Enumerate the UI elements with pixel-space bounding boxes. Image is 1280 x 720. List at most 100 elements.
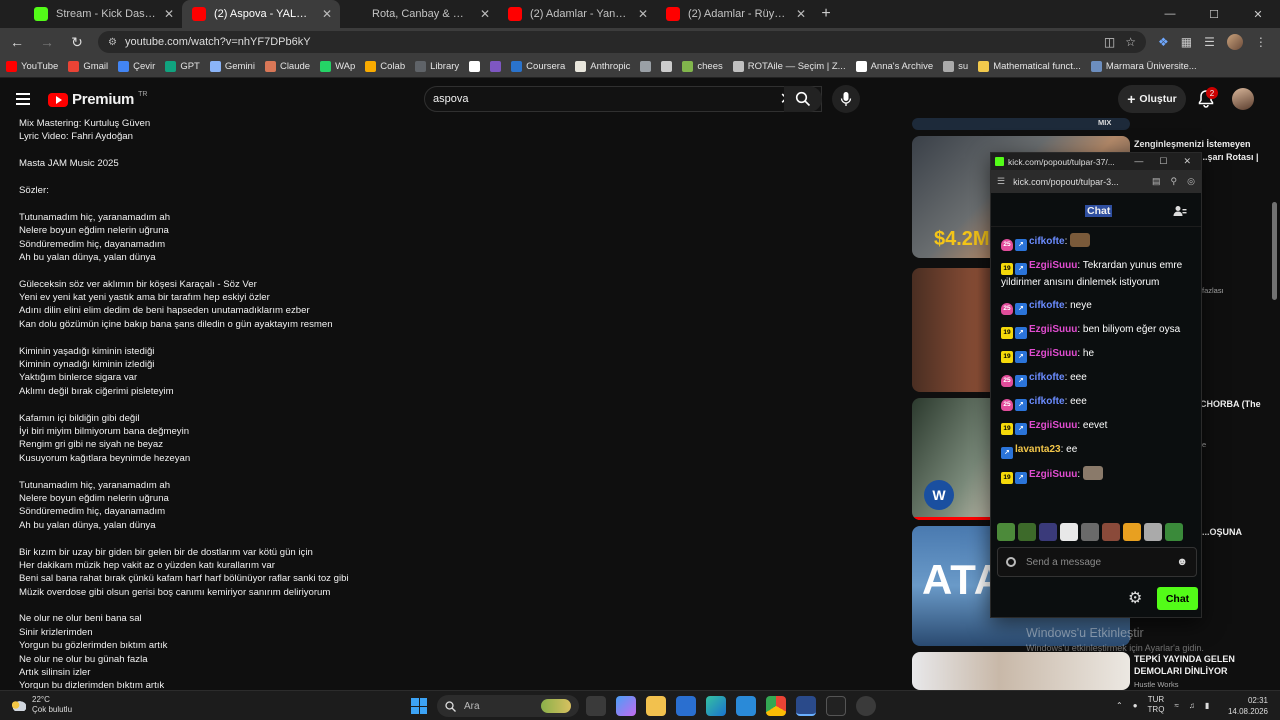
chat-username[interactable]: cifkofte — [1029, 236, 1065, 247]
bookmark-item[interactable] — [661, 61, 673, 72]
chat-settings-gear-icon[interactable]: ⚙ — [1128, 588, 1142, 608]
site-info-icon[interactable]: ⚙ — [108, 37, 117, 48]
battery-icon[interactable]: ▮ — [1205, 701, 1209, 710]
bookmark-item[interactable]: Marmara Üniversite... — [1090, 61, 1197, 72]
send-message-input[interactable]: Send a message ☻ — [997, 547, 1197, 577]
reload-icon[interactable]: ↻ — [68, 33, 86, 51]
bookmark-item[interactable]: Mathematical funct... — [978, 61, 1081, 72]
voice-search-button[interactable] — [832, 85, 860, 113]
bookmark-item[interactable]: ROTAile — Seçim | Z... — [732, 61, 846, 72]
bookmark-item[interactable]: Library — [415, 61, 459, 72]
extensions-puzzle-icon[interactable]: ▦ — [1181, 35, 1192, 49]
emoji-picker-icon[interactable]: ☻ — [1176, 556, 1188, 568]
account-avatar[interactable] — [1232, 88, 1254, 110]
popout-close-icon[interactable]: ✕ — [1183, 156, 1191, 167]
video-title[interactable]: TEPKİ YAYINDA GELEN — [1134, 653, 1235, 665]
taskbar-search[interactable]: Ara — [437, 695, 579, 717]
new-tab-button[interactable]: + — [814, 0, 838, 28]
emote-icon[interactable] — [1144, 523, 1162, 541]
maximize-icon[interactable]: ☐ — [1192, 0, 1236, 28]
browser-tab[interactable]: Stream - Kick Dashboard ✕ — [24, 0, 182, 28]
chat-message[interactable]: 19 ↗ EzgiiSuuu: ben biliyom eğer oysa — [1001, 322, 1191, 339]
steam-icon[interactable] — [796, 696, 816, 716]
bookmark-star-icon[interactable]: ☆ — [1125, 35, 1136, 49]
extension-icon[interactable]: ❖ — [1158, 35, 1169, 49]
wifi-icon[interactable]: ≈ — [1174, 701, 1178, 710]
chat-username[interactable]: cifkofte — [1029, 396, 1065, 407]
recommendation-item[interactable]: TEPKİ YAYINDA GELEN DEMOLARI DİNLİYOR Hu… — [912, 652, 1278, 690]
microphone-tray-icon[interactable]: ● — [1133, 701, 1138, 710]
forward-icon[interactable]: → — [38, 33, 56, 51]
emote-icon[interactable] — [1060, 523, 1078, 541]
chat-message[interactable]: 25 ↗ cifkofte: eee — [1001, 370, 1191, 387]
video-title[interactable]: Zenginleşmenizi İstemeyen — [1134, 138, 1251, 150]
video-title[interactable]: CHORBA (The — [1200, 398, 1261, 410]
popout-minimize-icon[interactable]: — — [1134, 156, 1143, 167]
chat-username[interactable]: lavanta23 — [1015, 444, 1061, 455]
close-tab-icon[interactable]: ✕ — [322, 7, 332, 21]
bookmark-item[interactable]: YouTube — [6, 61, 58, 72]
bookmark-item[interactable]: Gmail — [68, 61, 108, 72]
bookmark-item[interactable] — [640, 61, 652, 72]
chat-username[interactable]: EzgiiSuuu — [1029, 348, 1077, 359]
browser-tab[interactable]: (2) Adamlar - Yanmış İçinden (C ✕ — [498, 0, 656, 28]
chat-username[interactable]: EzgiiSuuu — [1029, 324, 1077, 335]
chat-message[interactable]: 25 ↗ cifkofte: neye — [1001, 298, 1191, 315]
zoom-icon[interactable]: ⚲ — [1171, 176, 1178, 187]
send-chat-button[interactable]: Chat — [1157, 587, 1198, 610]
volume-icon[interactable]: ♫ — [1189, 701, 1195, 710]
settings-icon[interactable] — [856, 696, 876, 716]
back-icon[interactable]: ← — [8, 33, 26, 51]
popout-url-bar[interactable]: ☰ kick.com/popout/tulpar-3... ▤ ⚲ ◎ — [991, 170, 1201, 193]
bookmark-item[interactable]: WAp — [320, 61, 355, 72]
edge-icon[interactable] — [706, 696, 726, 716]
browser-menu-icon[interactable]: ⋮ — [1255, 35, 1267, 49]
copilot-icon[interactable] — [616, 696, 636, 716]
close-window-icon[interactable]: ✕ — [1236, 0, 1280, 28]
browser-tab[interactable]: (2) Adamlar - Rüyalarda Buruş ✕ — [656, 0, 814, 28]
browser-tab[interactable]: (2) Aspova - YALAN DÜNYA (Ly ✕ — [182, 0, 340, 28]
file-explorer-icon[interactable] — [646, 696, 666, 716]
taskbar-clock[interactable]: 02:31 14.08.2026 — [1224, 695, 1268, 717]
bookmark-item[interactable]: Colab — [365, 61, 405, 72]
browser-tab[interactable]: Rota, Canbay & Wolker, CATO ✕ — [340, 0, 498, 28]
site-settings-icon[interactable]: ☰ — [997, 176, 1005, 187]
bookmark-item[interactable]: Coursera — [511, 61, 565, 72]
translate-icon[interactable]: ▤ — [1152, 176, 1161, 187]
obs-icon[interactable] — [826, 696, 846, 716]
bookmark-item[interactable]: Anna's Archive — [855, 61, 933, 72]
bookmark-item[interactable]: su — [943, 61, 968, 72]
weather-widget[interactable]: 22°C Çok bulutlu — [10, 695, 72, 715]
create-button[interactable]: + Oluştur — [1118, 85, 1186, 113]
windows-start-icon[interactable] — [411, 698, 427, 714]
emote-icon[interactable] — [1018, 523, 1036, 541]
search-button[interactable] — [784, 86, 822, 112]
emote-icon[interactable] — [1102, 523, 1120, 541]
bookmark-item[interactable]: Claude — [264, 61, 310, 72]
close-tab-icon[interactable]: ✕ — [638, 7, 648, 21]
browser-profile-avatar[interactable] — [1226, 34, 1243, 50]
youtube-premium-logo[interactable]: Premium TR — [48, 91, 147, 108]
close-tab-icon[interactable]: ✕ — [796, 7, 806, 21]
chat-message[interactable]: 19 ↗ EzgiiSuuu: — [1001, 466, 1191, 484]
eye-off-icon[interactable]: ◎ — [1187, 176, 1195, 187]
install-app-icon[interactable]: ◫ — [1104, 35, 1115, 49]
video-title[interactable]: ...OŞUNA — [1202, 526, 1242, 538]
chat-username[interactable]: cifkofte — [1029, 300, 1065, 311]
mix-strip[interactable]: MIX — [912, 118, 1278, 132]
channel-name[interactable]: Hustle Works — [1134, 680, 1178, 689]
popout-maximize-icon[interactable]: ☐ — [1159, 156, 1167, 167]
bookmark-item[interactable]: Anthropic — [575, 61, 630, 72]
chat-username[interactable]: EzgiiSuuu — [1029, 420, 1077, 431]
store-icon[interactable] — [676, 696, 696, 716]
emote-icon[interactable] — [1039, 523, 1057, 541]
search-input[interactable]: aspova ✕ — [424, 86, 822, 112]
video-title-line2[interactable]: ...şarı Rotası | — [1200, 151, 1259, 163]
bookmark-item[interactable] — [490, 61, 502, 72]
chat-message[interactable]: ↗ lavanta23: ee — [1001, 442, 1191, 459]
emote-icon[interactable] — [1123, 523, 1141, 541]
minimize-icon[interactable]: — — [1148, 0, 1192, 28]
chat-message[interactable]: 19 ↗ EzgiiSuuu: he — [1001, 346, 1191, 363]
tray-overflow-icon[interactable]: ⌃ — [1116, 701, 1123, 710]
popout-title-bar[interactable]: kick.com/popout/tulpar-37/... — ☐ ✕ — [991, 153, 1201, 170]
